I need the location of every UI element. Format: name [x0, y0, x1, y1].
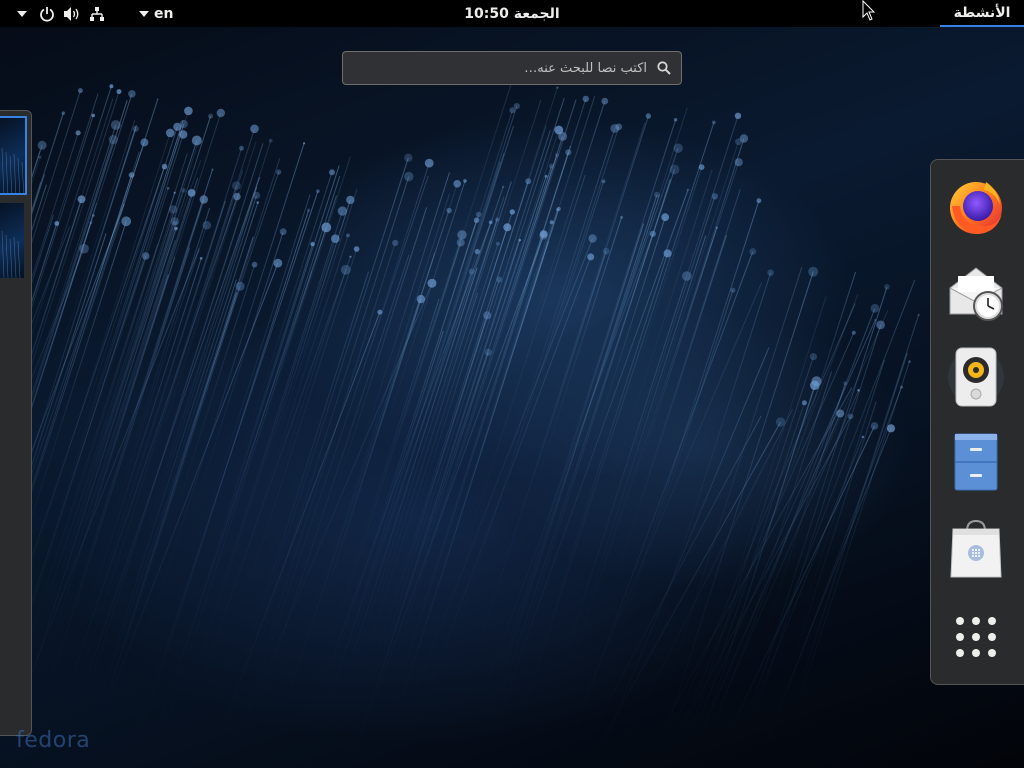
show-applications-icon: [956, 617, 996, 657]
workspace-thumbnail-active[interactable]: [0, 116, 27, 195]
files-icon: [954, 433, 998, 491]
evolution-mail-icon: [949, 267, 1003, 321]
mouse-cursor-icon: [862, 0, 876, 21]
clock-label: الجمعة 10:50: [464, 5, 560, 22]
system-status-menu[interactable]: [12, 0, 112, 27]
rhythmbox-icon: [948, 347, 1004, 407]
workspace-thumbnail-preview: [1, 230, 21, 278]
clock-button[interactable]: الجمعة 10:50: [440, 0, 584, 27]
show-applications-button[interactable]: [943, 604, 1009, 670]
search-icon: [647, 53, 681, 83]
power-icon: [37, 3, 57, 25]
dash: [930, 159, 1024, 685]
chevron-down-icon: [138, 3, 150, 25]
input-source-indicator[interactable]: en: [138, 0, 178, 27]
activities-button[interactable]: الأنشطة: [940, 0, 1024, 27]
chevron-down-icon: [12, 3, 32, 25]
search-input[interactable]: [343, 53, 647, 83]
input-source-label: en: [154, 5, 174, 22]
software-icon: [950, 519, 1002, 578]
dash-item-firefox[interactable]: [943, 174, 1009, 240]
workspace-thumbnail[interactable]: [0, 203, 24, 278]
desktop-overview: en الجمعة 10:50 الأنشطة اكتب نصا للبحث ع…: [0, 0, 1024, 768]
firefox-icon: [950, 182, 1002, 234]
workspace-thumbnail-preview: [1, 147, 25, 193]
dash-item-rhythmbox[interactable]: [943, 344, 1009, 410]
wallpaper: [0, 68, 920, 768]
dash-item-evolution[interactable]: [943, 259, 1009, 325]
volume-icon: [62, 3, 82, 25]
workspace-switcher: [0, 110, 32, 736]
dash-item-software[interactable]: [943, 515, 1009, 581]
fedora-logo: fedora: [16, 728, 91, 753]
activities-label: الأنشطة: [953, 4, 1011, 21]
network-wired-icon: [87, 3, 107, 25]
dash-item-files[interactable]: [943, 429, 1009, 495]
search-box[interactable]: [342, 51, 682, 85]
